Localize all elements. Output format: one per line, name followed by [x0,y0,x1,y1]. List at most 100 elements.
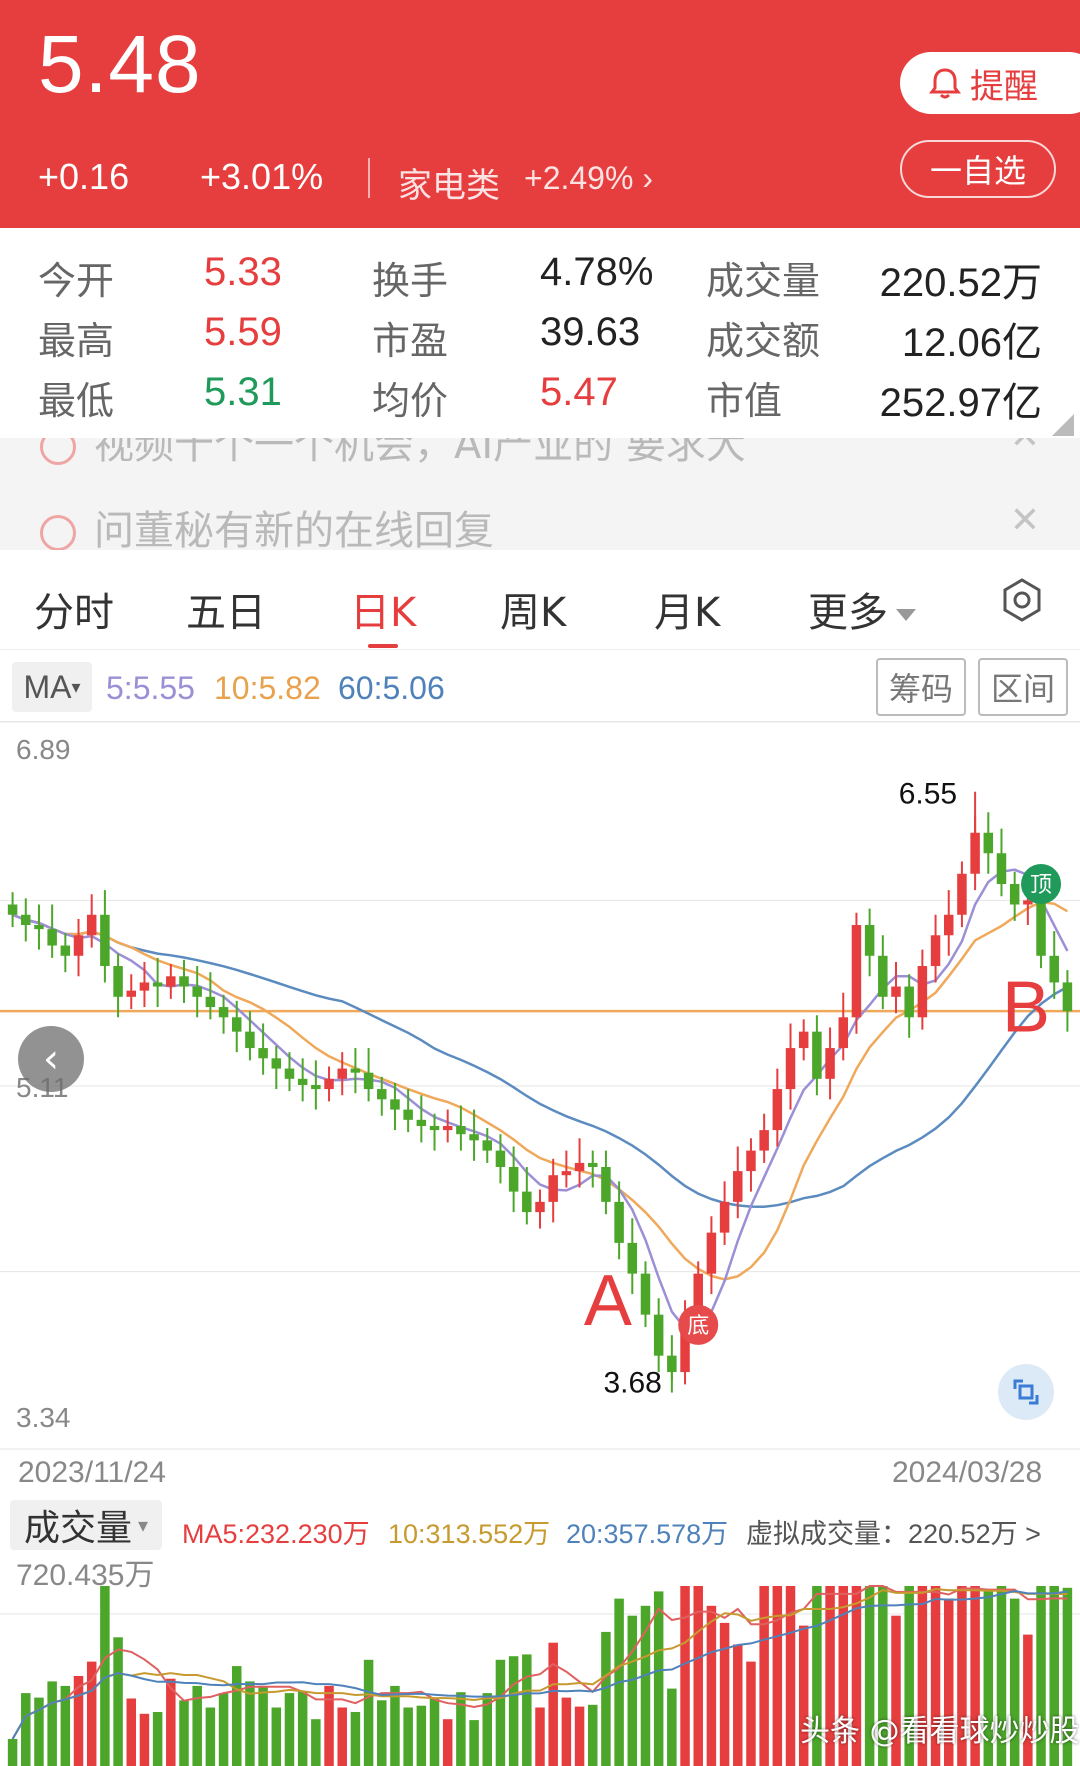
volume-bar-up [680,1586,690,1766]
volume-bar-down [587,1704,598,1766]
candle-down [100,914,110,967]
volume-ma10: 10:313.552万 [388,1519,551,1549]
notice-list: 视频十个一个机会，AI产业的 要求大 ✕ 问董秘有新的在线回复 ✕ [0,438,1080,550]
volume-bar-down [601,1631,611,1766]
peak-label: 6.55 [899,778,957,811]
candle-down [218,1007,229,1018]
ma60-line [12,913,1069,1209]
candle-up [706,1232,717,1274]
fullscreen-icon[interactable] [998,1364,1054,1420]
current-price: 5.48 [38,19,202,110]
close-icon[interactable]: ✕ [1010,500,1040,541]
settings-icon[interactable] [998,576,1046,624]
candle-down [878,955,888,997]
candle-down [456,1125,466,1135]
candle-down [192,986,202,997]
volume-bar-down [311,1719,321,1766]
kline-svg: 6.55 3.68 A B 底 顶 [0,721,1080,1450]
volume-ma20: 20:357.578万 [566,1519,729,1549]
caret-down-icon: ▾ [137,1513,149,1537]
candle-down [469,1134,479,1141]
candle-up [548,1175,558,1202]
candle-down [667,1355,677,1373]
candle-up [970,832,980,874]
candle-up [574,1162,585,1172]
candle-up [943,914,954,936]
sector-change[interactable]: +2.49% › [524,160,653,197]
volume-bar-down [297,1691,308,1766]
candle-up [442,1125,453,1131]
candle-down [245,1031,255,1049]
kline-chart[interactable]: 6.553.68AB底顶 6.89 5.11 3.34 [0,721,1080,1450]
candle-down [429,1125,440,1131]
candle-up [772,1089,783,1131]
candle-up [825,1048,835,1079]
quote-stats: 今开 5.33 最高 5.59 最低 5.31 换手 4.78% 市盈 39.6… [0,228,1080,438]
stat-high-label: 最高 [38,319,115,363]
alert-button[interactable]: 提醒 [900,52,1080,114]
candle-down [258,1048,268,1059]
volume-header: 成交量 ▾ MA5:232.230万 10:313.552万 20:357.578… [0,1494,1080,1554]
notice-icon [40,438,76,465]
candle-down [904,986,914,1018]
candle-down [179,976,189,987]
volume-bar-up [561,1697,572,1766]
candle-down [864,925,875,956]
candle-down [1009,884,1020,905]
ma5-value: 5:5.55 [106,670,195,706]
ma-select-button[interactable]: MA ▾ [12,662,92,712]
sector-link[interactable]: 家电类 [398,158,500,207]
volume-bar-up [733,1644,743,1766]
x-axis-start: 2023/11/24 [18,1456,166,1489]
candle-down [508,1167,519,1192]
tab-monthly-k[interactable]: 月K [654,580,720,638]
candle-up [733,1171,743,1202]
x-axis-end: 2024/03/28 [892,1456,1043,1489]
tab-weekly-k[interactable]: 周K [500,580,566,638]
caret-down-icon [896,609,916,621]
chips-button[interactable]: 筹码 [876,658,966,716]
virtual-volume-link[interactable]: 虚拟成交量：220.52万 > [746,1512,1041,1551]
tab-intraday[interactable]: 分时 [34,580,114,638]
candle-up [957,873,967,915]
candle-down [996,853,1007,885]
stat-high: 5.59 [204,310,282,354]
volume-bar-down [7,1739,18,1766]
mark-b-label: B [1002,968,1050,1048]
volume-bar-up [759,1586,769,1766]
volume-bar-down [363,1659,374,1766]
notice-item[interactable]: 问董秘有新的在线回复 [40,498,494,550]
tab-daily-k[interactable]: 日K [350,580,416,638]
volume-bar-up [86,1661,97,1766]
stat-volume-label: 成交量 [706,259,821,303]
range-button[interactable]: 区间 [978,658,1068,716]
candle-down [311,1084,321,1090]
volume-bar-up [574,1706,585,1766]
candle-down [205,996,216,1008]
stat-avg: 5.47 [540,370,618,414]
stat-low-label: 最低 [38,379,115,423]
quote-header: 5.48 +0.16 +3.01% 家电类 +2.49% › 提醒 一自选 [0,0,1080,228]
volume-bar-down [429,1697,440,1766]
volume-bar-down [258,1685,268,1766]
candle-up [838,1017,849,1049]
candle-down [614,1201,624,1243]
stat-low: 5.31 [204,370,282,414]
close-icon[interactable]: ✕ [1010,438,1040,457]
volume-bar-up [548,1642,558,1766]
candle-down [271,1058,282,1069]
stat-mktcap-label: 市值 [706,379,783,423]
tab-more[interactable]: 更多 [808,580,916,638]
expand-corner-icon[interactable] [1052,414,1074,436]
volume-select-button[interactable]: 成交量 ▾ [10,1500,162,1550]
chevron-left-icon[interactable]: ‹ [18,1026,84,1092]
volume-bar-down [113,1637,123,1766]
candle-down [1062,982,1073,1012]
tab-five-day[interactable]: 五日 [186,580,266,638]
add-watchlist-button[interactable]: 一自选 [900,140,1056,198]
candle-up [337,1068,347,1079]
notice-item[interactable]: 视频十个一个机会，AI产业的 要求大 [40,438,746,470]
stat-pe-label: 市盈 [372,319,449,363]
candle-down [482,1140,493,1151]
candle-down [983,832,994,854]
